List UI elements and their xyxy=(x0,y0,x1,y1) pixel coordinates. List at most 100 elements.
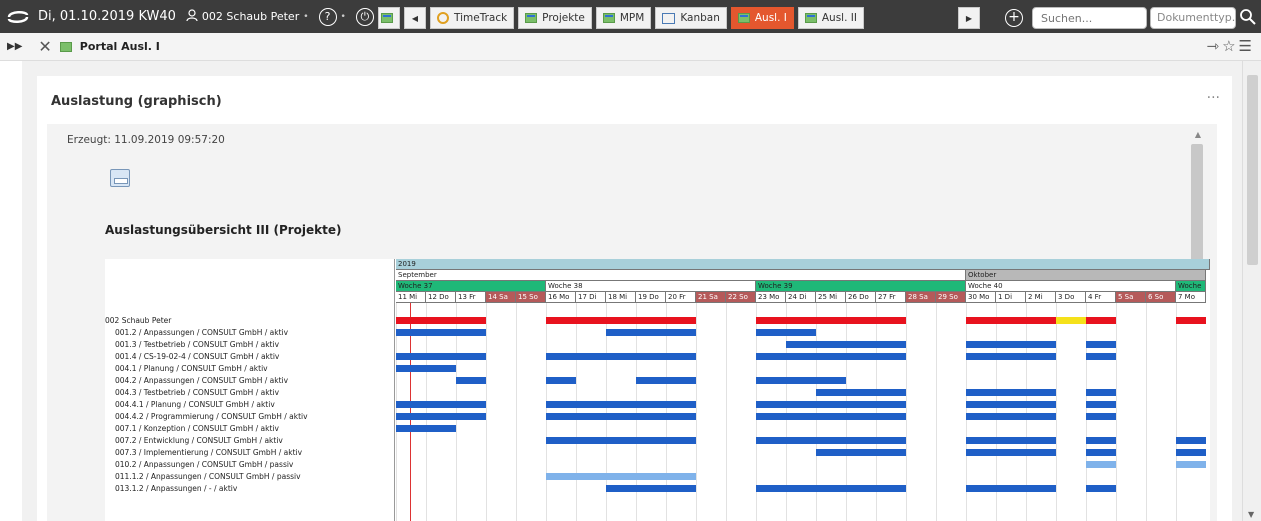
star-icon[interactable]: ☆ xyxy=(1222,37,1238,55)
print-icon[interactable] xyxy=(110,169,130,187)
task-label: 013.1.2 / Anpassungen / - / aktiv xyxy=(115,484,238,493)
tab-label: Projekte xyxy=(542,12,585,24)
gantt-bar xyxy=(396,353,486,360)
day-header: 25 Mi xyxy=(816,292,846,303)
tab-label: MPM xyxy=(619,12,645,24)
grid-icon xyxy=(804,13,817,23)
tab-ausl-1[interactable]: Ausl. I xyxy=(730,7,794,29)
task-label: 001.3 / Testbetrieb / CONSULT GmbH / akt… xyxy=(115,340,280,349)
week-header: Woche 39 xyxy=(756,281,966,292)
generated-timestamp: Erzeugt: 11.09.2019 09:57:20 xyxy=(67,134,225,146)
day-header: 26 Do xyxy=(846,292,876,303)
day-header: 6 So xyxy=(1146,292,1176,303)
tab-label: Kanban xyxy=(680,12,720,24)
tab-label: Ausl. II xyxy=(821,12,857,24)
user-name: 002 Schaub Peter xyxy=(201,10,300,23)
day-header: 18 Mi xyxy=(606,292,636,303)
tab-projekte[interactable]: Projekte xyxy=(518,7,592,29)
gantt-bar xyxy=(606,329,696,336)
day-header: 30 Mo xyxy=(966,292,996,303)
menu-icon[interactable]: ☰ xyxy=(1239,37,1255,55)
gantt-bar xyxy=(756,377,846,384)
gantt-bar xyxy=(396,317,486,324)
dropdown-dot-icon[interactable]: • xyxy=(341,12,346,22)
resource-label: 002 Schaub Peter xyxy=(105,316,172,325)
tab-grid[interactable] xyxy=(378,7,400,29)
pin-icon[interactable]: ⇾ xyxy=(1207,37,1223,55)
tab-label: Ausl. I xyxy=(754,12,787,24)
day-header: 21 Sa xyxy=(696,292,726,303)
gantt-bar xyxy=(816,389,906,396)
help-icon[interactable]: ? xyxy=(318,7,337,26)
expand-sidebar-icon[interactable]: ▶▶ xyxy=(7,41,22,52)
tab-scroll-right-icon[interactable]: ▶ xyxy=(958,7,980,29)
week-header: Woche 37 xyxy=(396,281,546,292)
gantt-bar xyxy=(1056,317,1086,324)
gantt-bar xyxy=(1176,317,1206,324)
page-scrollbar[interactable]: ▼ xyxy=(1242,61,1261,521)
doctype-select[interactable]: Dokumenttyp. xyxy=(1150,7,1236,29)
day-gridline xyxy=(696,303,697,521)
gantt-bar xyxy=(396,401,486,408)
gantt-bar xyxy=(396,413,486,420)
tab-timetrack[interactable]: TimeTrack xyxy=(430,7,515,29)
task-label: 011.1.2 / Anpassungen / CONSULT GmbH / p… xyxy=(115,472,301,481)
user-icon xyxy=(186,8,198,25)
gantt-timeline: 2019 September Oktober Woche 37 Woche 38 Woch… xyxy=(396,259,1210,521)
gantt-bar xyxy=(756,329,816,336)
task-label: 004.2 / Anpassungen / CONSULT GmbH / akt… xyxy=(115,376,289,385)
gantt-bar xyxy=(546,473,696,480)
more-icon[interactable]: ··· xyxy=(1207,90,1220,106)
grid-icon xyxy=(737,13,750,23)
day-header: 1 Di xyxy=(996,292,1026,303)
scroll-up-icon[interactable]: ▲ xyxy=(1195,130,1201,139)
day-gridline xyxy=(576,303,577,521)
gantt-bar xyxy=(966,317,1056,324)
week-header: Woche 40 xyxy=(966,281,1176,292)
grid-icon xyxy=(380,13,393,23)
month-header: September xyxy=(396,270,966,281)
gantt-bar xyxy=(396,329,486,336)
gantt-bar xyxy=(1176,437,1206,444)
day-header: 13 Fr xyxy=(456,292,486,303)
add-icon[interactable]: + xyxy=(1005,9,1023,27)
gantt-bar xyxy=(1086,461,1116,468)
week-header: Woche 38 xyxy=(546,281,756,292)
gantt-bar xyxy=(1086,437,1116,444)
gantt-bar xyxy=(756,413,906,420)
task-label: 007.1 / Konzeption / CONSULT GmbH / akti… xyxy=(115,424,279,433)
search-icon[interactable] xyxy=(1239,8,1259,28)
scroll-down-icon[interactable]: ▼ xyxy=(1248,510,1254,519)
app-logo-icon[interactable] xyxy=(4,7,32,27)
gantt-bar xyxy=(606,485,696,492)
search-input[interactable] xyxy=(1032,7,1147,29)
day-header: 29 So xyxy=(936,292,966,303)
task-label: 001.2 / Anpassungen / CONSULT GmbH / akt… xyxy=(115,328,289,337)
day-header: 22 So xyxy=(726,292,756,303)
gantt-bar xyxy=(756,353,906,360)
gantt-bar xyxy=(546,317,696,324)
gantt-bar xyxy=(756,401,906,408)
day-gridline xyxy=(516,303,517,521)
tab-scroll-left[interactable]: ◀ xyxy=(404,7,426,29)
gantt-bar xyxy=(1086,389,1116,396)
close-icon[interactable]: ✕ xyxy=(38,37,51,56)
power-icon[interactable]: ⏻ xyxy=(355,7,374,26)
gantt-bar xyxy=(966,449,1056,456)
gantt-bar xyxy=(1086,341,1116,348)
tab-ausl-2[interactable]: Ausl. II xyxy=(797,7,864,29)
task-label: 004.1 / Planung / CONSULT GmbH / aktiv xyxy=(115,364,268,373)
task-label: 001.4 / CS-19-02-4 / CONSULT GmbH / akti… xyxy=(115,352,280,361)
widget-title: Auslastung (graphisch) xyxy=(51,94,222,109)
day-header: 14 Sa xyxy=(486,292,516,303)
gantt-bar xyxy=(966,389,1056,396)
gantt-bar xyxy=(966,413,1056,420)
day-header: 20 Fr xyxy=(666,292,696,303)
left-gutter xyxy=(0,61,22,521)
gantt-bar xyxy=(966,401,1056,408)
gantt-bar xyxy=(456,377,486,384)
tab-mpm[interactable]: MPM xyxy=(595,7,652,29)
scrollbar-thumb[interactable] xyxy=(1247,75,1258,265)
user-menu[interactable]: 002 Schaub Peter • xyxy=(186,8,309,25)
tab-kanban[interactable]: Kanban xyxy=(655,7,727,29)
